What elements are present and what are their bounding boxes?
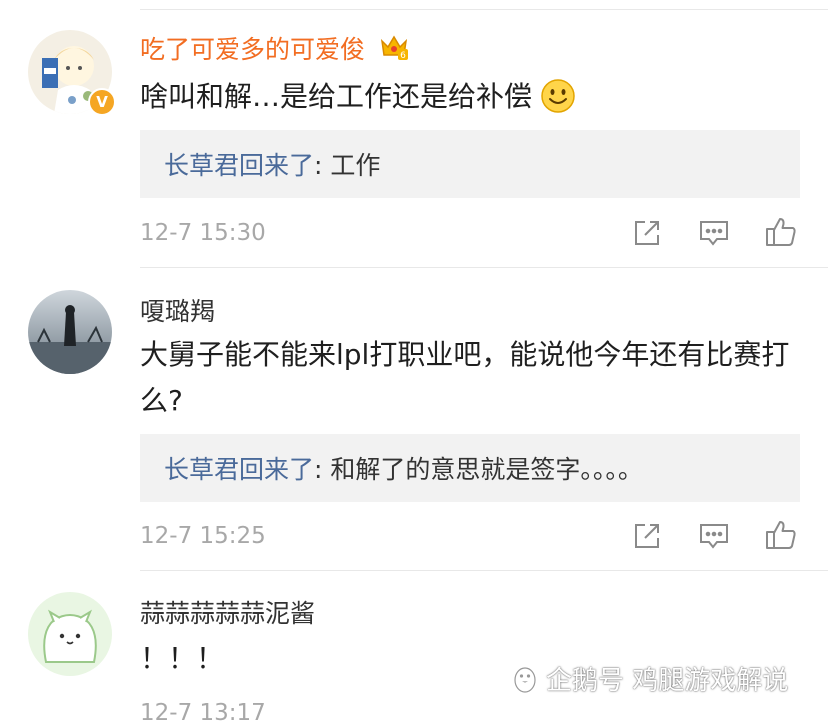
comment-divider <box>140 267 828 268</box>
comment-text: 大舅子能不能来lpl打职业吧，能说他今年还有比赛打么? <box>140 338 790 417</box>
reply-separator: : <box>314 151 331 180</box>
timestamp: 12-7 13:17 <box>140 700 266 726</box>
comment-divider <box>140 570 828 571</box>
reply-separator: : <box>314 455 331 484</box>
reply-box[interactable]: 长草君回来了: 和解了的意思就是签字。。。。 <box>140 434 800 502</box>
like-icon[interactable] <box>764 216 796 248</box>
comment-icon[interactable] <box>698 218 730 250</box>
timestamp: 12-7 15:30 <box>140 220 266 246</box>
timestamp: 12-7 15:25 <box>140 523 266 549</box>
share-icon[interactable] <box>632 218 664 250</box>
verified-badge: V <box>88 88 116 116</box>
reply-username[interactable]: 长草君回来了 <box>164 151 314 180</box>
reply-text: 工作 <box>330 151 381 180</box>
penguin-logo-icon <box>510 664 540 701</box>
watermark-text: 企鹅号 鸡腿游戏解说 <box>546 666 789 696</box>
reply-username[interactable]: 长草君回来了 <box>164 455 314 484</box>
avatar[interactable] <box>28 290 112 374</box>
comment-text: 啥叫和解…是给工作还是给补偿 <box>140 74 800 128</box>
svg-text:6: 6 <box>400 51 406 61</box>
username[interactable]: 吃了可爱多的可爱俊 6 <box>140 30 409 67</box>
top-divider <box>140 9 828 10</box>
reply-box[interactable]: 长草君回来了: 工作 <box>140 130 800 198</box>
crown-vip-icon: 6 <box>379 33 409 67</box>
share-icon[interactable] <box>632 521 664 553</box>
comment-icon[interactable] <box>698 521 730 553</box>
smile-emoji-icon <box>540 78 576 128</box>
username[interactable]: 蒜蒜蒜蒜蒜泥酱 <box>140 594 315 630</box>
avatar[interactable] <box>28 592 112 676</box>
watermark: 企鹅号 鸡腿游戏解说 <box>510 660 788 701</box>
reply-text: 和解了的意思就是签字。。。。 <box>330 455 643 484</box>
username[interactable]: 嗄璐羯 <box>140 292 215 328</box>
like-icon[interactable] <box>764 519 796 551</box>
comment-text-content: 啥叫和解…是给工作还是给补偿 <box>140 80 533 113</box>
username-text[interactable]: 吃了可爱多的可爱俊 <box>140 35 365 64</box>
